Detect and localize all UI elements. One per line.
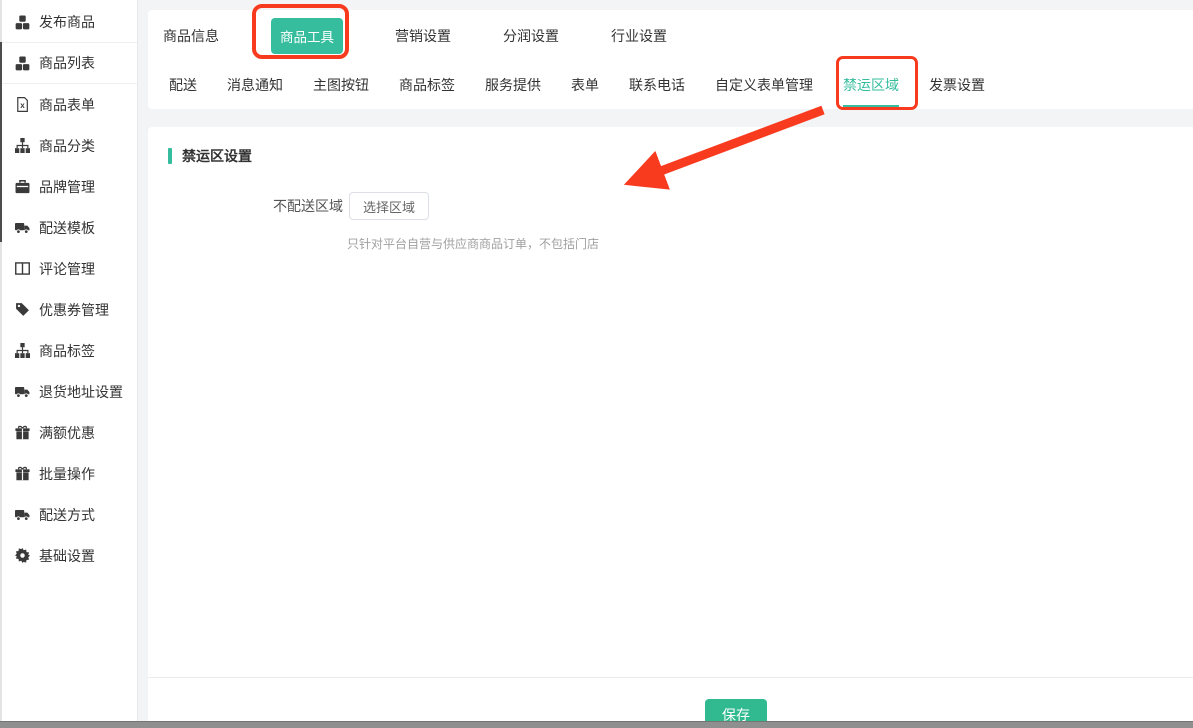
secondary-tab-2[interactable]: 主图按钮 [313,75,369,97]
sidebar-item-12[interactable]: 配送方式 [0,494,137,535]
secondary-tab-9[interactable]: 发票设置 [929,75,985,97]
footer-bar: 保存 [148,677,1193,721]
truck-icon [15,507,30,522]
no-delivery-region-row: 不配送区域 选择区域 [273,192,1193,220]
sidebar-item-8[interactable]: 商品标签 [0,330,137,371]
secondary-tab-bar: 配送 消息通知 主图按钮 商品标签 服务提供 表单 联系电话 自定义表单管理 禁运区域 发票设置 [148,62,1193,109]
truck-icon [15,220,30,235]
sidebar-item-0[interactable]: 发布商品 [0,2,137,43]
section-accent-bar-icon [168,148,172,164]
sidebar-item-label: 配送方式 [39,505,95,525]
secondary-tab-5[interactable]: 表单 [571,75,599,97]
save-button[interactable]: 保存 [705,699,767,721]
sidebar-item-label: 基础设置 [39,546,95,566]
tabs-card: 商品信息 商品工具 营销设置 分润设置 行业设置 配送 消息通知 主图按钮 商品标签 服务提供 表… [148,10,1193,109]
secondary-tab-6[interactable]: 联系电话 [629,75,685,97]
sidebar-item-label: 配送模板 [39,218,95,238]
secondary-tab-0[interactable]: 配送 [169,75,197,97]
sidebar-item-label: 退货地址设置 [39,382,123,402]
sidebar: 发布商品商品列表 x 商品表单商品分类品牌管理配送模板评论管理优惠券管理商品标签退货… [0,0,138,721]
briefcase-icon [15,179,30,194]
secondary-tab-3[interactable]: 商品标签 [399,75,455,97]
horizontal-scrollbar-thumb[interactable] [0,721,1193,728]
section-title: 禁运区设置 [182,146,252,166]
sidebar-item-label: 商品标签 [39,341,95,361]
columns-icon [15,261,30,276]
sidebar-item-6[interactable]: 评论管理 [0,248,137,289]
sidebar-item-10[interactable]: 满额优惠 [0,412,137,453]
gift-icon [15,466,30,481]
primary-tab-2[interactable]: 营销设置 [395,26,451,46]
sidebar-item-2[interactable]: x 商品表单 [0,84,137,125]
sidebar-item-label: 优惠券管理 [39,300,109,320]
sidebar-item-label: 满额优惠 [39,423,95,443]
field-label: 不配送区域 [273,196,343,216]
gift-icon [15,425,30,440]
secondary-tab-8[interactable]: 禁运区域 [843,75,899,97]
sidebar-item-label: 商品分类 [39,136,95,156]
sidebar-item-label: 品牌管理 [39,177,95,197]
primary-tab-1[interactable]: 商品工具 [271,18,343,54]
svg-text:x: x [20,101,25,110]
sidebar-item-label: 评论管理 [39,259,95,279]
sidebar-item-5[interactable]: 配送模板 [0,207,137,248]
sidebar-item-label: 商品列表 [39,53,95,73]
cubes-icon [15,15,30,30]
helper-text: 只针对平台自营与供应商商品订单，不包括门店 [347,235,1193,252]
app-window: 发布商品商品列表x商品表单商品分类品牌管理配送模板评论管理优惠券管理商品标签退货… [0,0,1193,728]
sitemap-icon [15,343,30,358]
horizontal-scrollbar-track[interactable] [0,721,1193,728]
primary-tab-3[interactable]: 分润设置 [503,26,559,46]
sidebar-item-label: 发布商品 [39,12,95,32]
primary-tab-4[interactable]: 行业设置 [611,26,667,46]
primary-tab-bar: 商品信息 商品工具 营销设置 分润设置 行业设置 [148,10,1193,62]
sidebar-item-1[interactable]: 商品列表 [0,43,137,84]
sidebar-item-11[interactable]: 批量操作 [0,453,137,494]
file-excel-icon: x [15,97,30,112]
gear-icon [15,548,30,563]
sidebar-item-label: 商品表单 [39,95,95,115]
secondary-tab-7[interactable]: 自定义表单管理 [715,75,813,97]
content-card: 禁运区设置 不配送区域 选择区域 只针对平台自营与供应商商品订单，不包括门店 保… [148,127,1193,721]
cubes-icon [15,56,30,71]
truck-icon [15,384,30,399]
sidebar-item-4[interactable]: 品牌管理 [0,166,137,207]
sidebar-scrollbar-thumb[interactable] [0,42,2,242]
primary-tab-0[interactable]: 商品信息 [163,26,219,46]
secondary-tab-4[interactable]: 服务提供 [485,75,541,97]
section-header: 禁运区设置 [168,146,1193,166]
tag-icon [15,302,30,317]
sidebar-item-label: 批量操作 [39,464,95,484]
sidebar-item-9[interactable]: 退货地址设置 [0,371,137,412]
sidebar-item-7[interactable]: 优惠券管理 [0,289,137,330]
sidebar-item-3[interactable]: 商品分类 [0,125,137,166]
sitemap-icon [15,138,30,153]
sidebar-item-13[interactable]: 基础设置 [0,535,137,576]
secondary-tab-1[interactable]: 消息通知 [227,75,283,97]
select-region-button[interactable]: 选择区域 [349,192,429,220]
